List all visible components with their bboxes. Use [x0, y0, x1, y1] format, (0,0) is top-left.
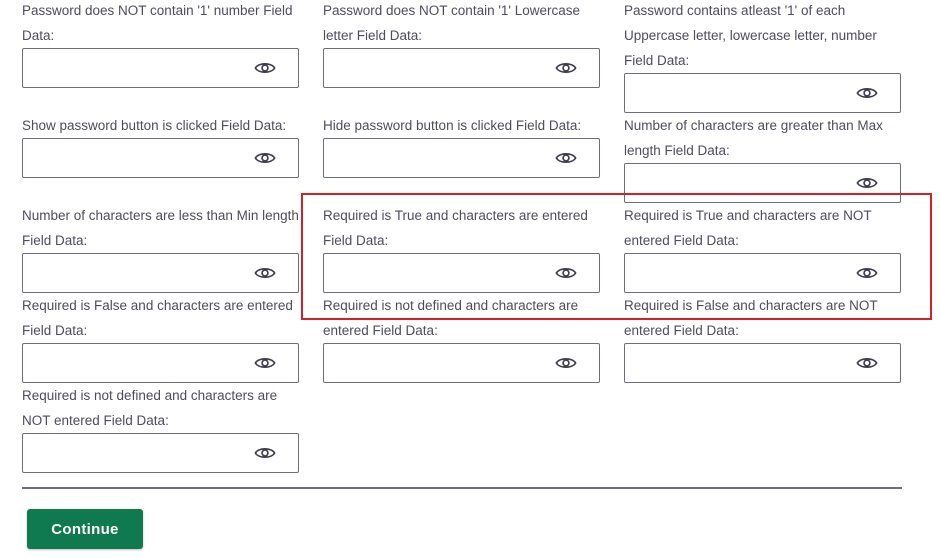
field-greater-than-max: Number of characters are greater than Ma… — [624, 113, 901, 203]
password-input[interactable] — [22, 343, 299, 383]
field-label: Number of characters are greater than Ma… — [624, 118, 883, 158]
field-label: Required is False and characters are NOT… — [624, 298, 878, 338]
eye-icon[interactable] — [254, 355, 276, 371]
field-label: Required is not defined and characters a… — [323, 298, 579, 338]
eye-icon[interactable] — [254, 150, 276, 166]
field-required-undefined-not-entered: Required is not defined and characters a… — [22, 383, 299, 473]
field-required-true-not-entered: Required is True and characters are NOT … — [624, 203, 901, 293]
field-required-false-not-entered: Required is False and characters are NOT… — [624, 293, 901, 383]
eye-icon[interactable] — [254, 445, 276, 461]
eye-icon[interactable] — [856, 355, 878, 371]
field-label: Hide password button is clicked Field Da… — [323, 118, 582, 133]
password-input[interactable] — [22, 48, 299, 88]
field-label: Show password button is clicked Field Da… — [22, 118, 287, 133]
field-label: Number of characters are less than Min l… — [22, 208, 299, 248]
section-divider — [22, 487, 902, 489]
password-input[interactable] — [624, 163, 901, 203]
password-input[interactable] — [624, 253, 901, 293]
field-no-lowercase: Password does NOT contain '1' Lowercase … — [323, 0, 600, 88]
field-show-clicked: Show password button is clicked Field Da… — [22, 113, 299, 178]
eye-icon[interactable] — [856, 265, 878, 281]
field-required-false-entered: Required is False and characters are ent… — [22, 293, 299, 383]
continue-button[interactable]: Continue — [27, 509, 143, 549]
field-required-true-entered: Required is True and characters are ente… — [323, 203, 600, 293]
field-label: Password does NOT contain '1' number Fie… — [22, 3, 293, 43]
password-input[interactable] — [323, 138, 600, 178]
field-contains-each: Password contains atleast '1' of each Up… — [624, 0, 901, 113]
field-label: Password does NOT contain '1' Lowercase … — [323, 3, 581, 43]
password-input[interactable] — [323, 48, 600, 88]
password-input[interactable] — [22, 253, 299, 293]
field-label: Password contains atleast '1' of each Up… — [624, 3, 877, 68]
password-input[interactable] — [22, 138, 299, 178]
eye-icon[interactable] — [555, 355, 577, 371]
field-label: Required is False and characters are ent… — [22, 298, 293, 338]
eye-icon[interactable] — [254, 60, 276, 76]
field-label: Required is not defined and characters a… — [22, 388, 278, 428]
eye-icon[interactable] — [254, 265, 276, 281]
eye-icon[interactable] — [555, 60, 577, 76]
field-no-number: Password does NOT contain '1' number Fie… — [22, 0, 299, 88]
eye-icon[interactable] — [856, 175, 878, 191]
field-required-undefined-entered: Required is not defined and characters a… — [323, 293, 600, 383]
eye-icon[interactable] — [856, 85, 878, 101]
field-hide-clicked: Hide password button is clicked Field Da… — [323, 113, 600, 178]
password-input[interactable] — [323, 343, 600, 383]
eye-icon[interactable] — [555, 150, 577, 166]
field-label: Required is True and characters are ente… — [323, 208, 588, 248]
password-input[interactable] — [22, 433, 299, 473]
field-label: Required is True and characters are NOT … — [624, 208, 872, 248]
password-input[interactable] — [624, 343, 901, 383]
password-input[interactable] — [323, 253, 600, 293]
field-less-than-min: Number of characters are less than Min l… — [22, 203, 299, 293]
eye-icon[interactable] — [555, 265, 577, 281]
password-input[interactable] — [624, 73, 901, 113]
